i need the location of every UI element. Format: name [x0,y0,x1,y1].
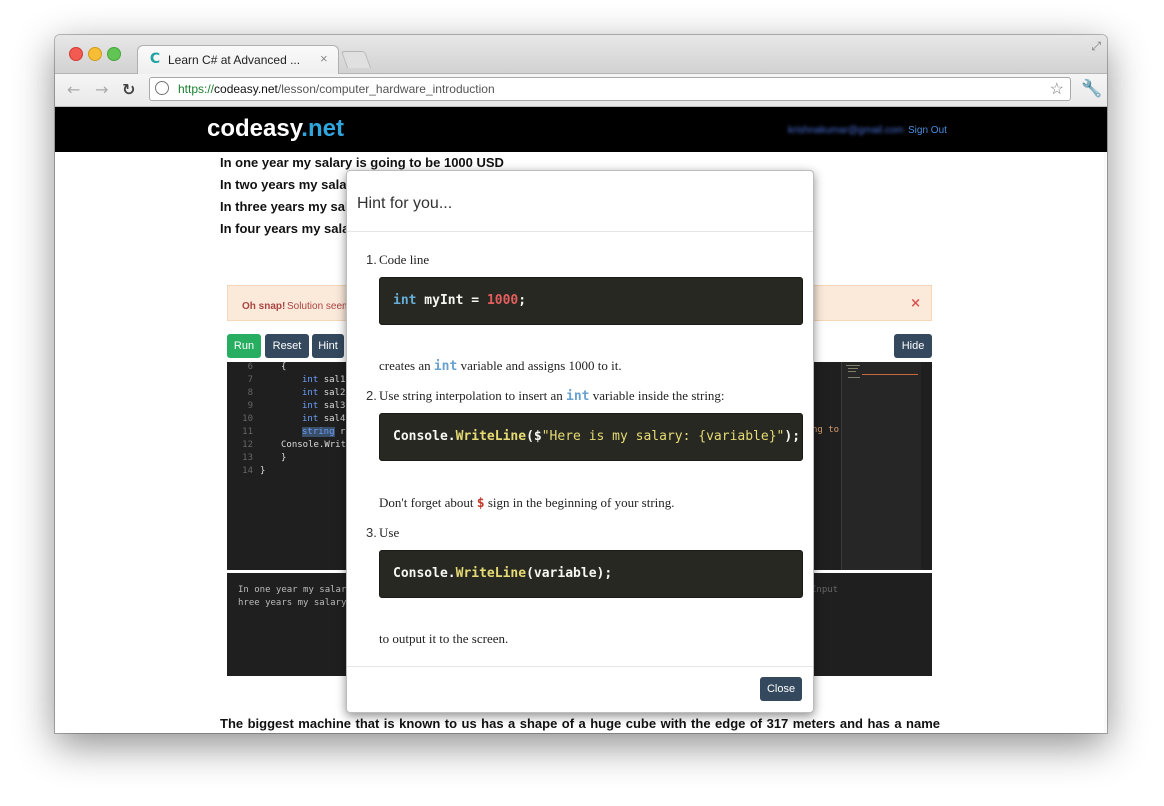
address-bar[interactable]: https://codeasy.net/lesson/computer_hard… [149,77,1071,101]
hint-heading: Use string interpolation to insert an in… [379,388,725,404]
code-fragment: ng to [812,425,840,435]
code-snippet: Console.WriteLine(variable); [393,566,613,581]
line-number: 12 [242,440,253,450]
browser-toolbar: ← → ↻ https://codeasy.net/lesson/compute… [55,74,1107,107]
minimap-line [848,371,856,372]
site-header: codeasy.net krishnakumar@gmail.com Sign … [55,107,1107,152]
minimize-window-button[interactable] [88,47,102,61]
line-number: 9 [247,401,253,411]
code-line: } [260,466,266,476]
wrench-icon[interactable]: 🔧 [1081,79,1102,99]
tab-title: Learn C# at Advanced ... [168,53,301,67]
line-number: 11 [242,427,253,437]
output-line: hree years my salary [238,598,347,608]
code-block: int myInt = 1000; [379,277,803,325]
bookmark-star-icon[interactable]: ☆ [1050,79,1064,99]
hint-explanation: creates an int variable and assigns 1000… [379,358,622,374]
alert-close-icon[interactable]: × [910,296,921,311]
close-window-button[interactable] [69,47,83,61]
tab-close-icon[interactable]: × [320,51,328,66]
reset-button[interactable]: Reset [265,334,309,358]
lesson-line-1: In one year my salary is going to be 100… [220,155,504,170]
line-number: 8 [247,388,253,398]
minimap-line [848,377,860,378]
code-snippet: int myInt = 1000; [393,293,527,308]
code-line: int sal3 [302,401,346,411]
code-block: Console.WriteLine(variable); [379,550,803,598]
lesson-line-4: In four years my salary [220,221,362,236]
user-email[interactable]: krishnakumar@gmail.com [788,125,904,136]
line-number: 6 [247,362,253,372]
codeasy-favicon-icon: C [149,51,161,67]
browser-tab[interactable]: C Learn C# at Advanced ... × [137,45,339,74]
lesson-paragraph: The biggest machine that is known to us … [220,716,940,731]
code-line: string r [302,427,346,437]
output-line: In one year my salary [238,585,352,595]
globe-icon [155,81,169,95]
code-line: } [281,453,287,463]
zoom-window-button[interactable] [107,47,121,61]
page-scrollbar[interactable] [1104,152,1107,733]
hint-explanation: to output it to the screen. [379,631,509,646]
code-line: Console.Writ [281,440,347,450]
reload-icon[interactable]: ↻ [122,80,135,99]
code-line: int sal4 [302,414,346,424]
run-button[interactable]: Run [227,334,261,358]
line-number: 13 [242,453,253,463]
url-text: https://codeasy.net/lesson/computer_hard… [178,82,495,96]
code-block: Console.WriteLine($"Here is my salary: {… [379,413,803,461]
hint-modal: Hint for you... 1. Code line int myInt =… [346,170,814,713]
line-number: 7 [247,375,253,385]
alert-title: Oh snap! [242,301,286,312]
minimap-line [848,368,858,369]
code-line: int sal2 [302,388,346,398]
forward-arrow-icon[interactable]: → [95,80,108,99]
hint-button[interactable]: Hint [312,334,344,358]
code-line: int sal1 [302,375,346,385]
signout-link[interactable]: Sign Out [908,125,947,136]
tab-strip: C Learn C# at Advanced ... × ⤢ [55,35,1107,74]
back-arrow-icon[interactable]: ← [67,80,80,99]
hide-button[interactable]: Hide [894,334,932,358]
line-number: 14 [242,466,253,476]
code-line: { [281,362,287,372]
hint-number: 2. [366,388,377,403]
hint-heading: Use [379,525,400,540]
hint-heading: Code line [379,252,430,267]
minimap-line [862,374,918,375]
modal-body: 1. Code line int myInt = 1000; creates a… [347,232,813,666]
hint-number: 3. [366,525,377,540]
modal-title: Hint for you... [357,195,453,212]
fullscreen-icon[interactable]: ⤢ [1091,39,1101,54]
modal-footer: Close [347,666,813,712]
code-minimap[interactable] [841,362,921,570]
lesson-line-2: In two years my salary [220,177,359,192]
input-label[interactable]: Input [811,585,838,595]
modal-header: Hint for you... [347,171,813,232]
hint-number: 1. [366,252,377,267]
close-button[interactable]: Close [760,677,802,701]
minimap-line [846,365,860,366]
site-logo[interactable]: codeasy.net [207,115,344,143]
alert-message: Solution seem [287,301,351,312]
hint-explanation: Don't forget about $ sign in the beginni… [379,495,675,511]
lesson-line-3: In three years my sala [220,199,356,214]
new-tab-button[interactable] [340,51,372,68]
line-number: 10 [242,414,253,424]
code-snippet: Console.WriteLine($"Here is my salary: {… [393,429,801,444]
